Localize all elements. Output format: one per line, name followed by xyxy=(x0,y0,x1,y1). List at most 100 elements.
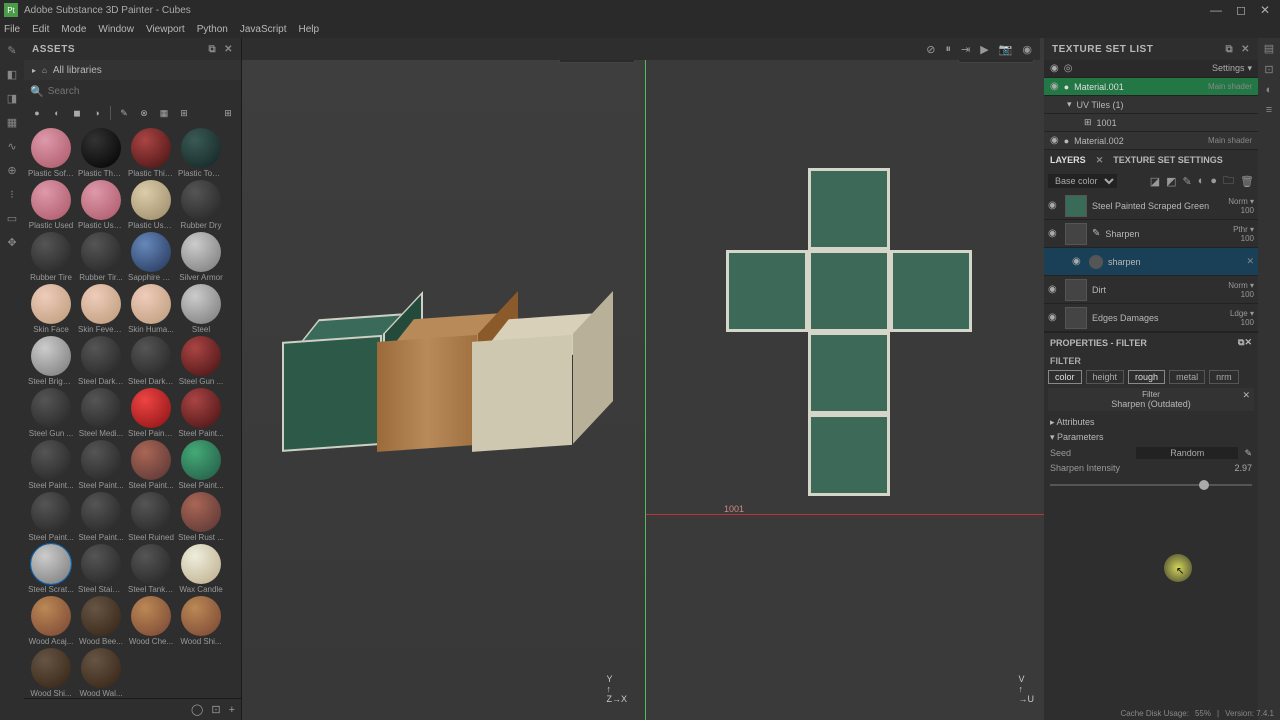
add-folder-icon[interactable]: 🗀 xyxy=(1223,172,1234,191)
iray-icon[interactable]: ▶ xyxy=(980,43,988,56)
fill-tool-icon[interactable]: ▦ xyxy=(4,114,20,130)
asset-item[interactable]: Steel Dark ... xyxy=(128,336,174,386)
channel-metal[interactable]: metal xyxy=(1169,370,1205,384)
refresh-icon[interactable]: ◯ xyxy=(191,703,203,716)
asset-item[interactable]: Rubber Tir... xyxy=(78,232,124,282)
asset-item[interactable]: Skin Feverish xyxy=(78,284,124,334)
asset-item[interactable]: Plastic Use... xyxy=(78,180,124,230)
menu-window[interactable]: Window xyxy=(98,24,134,35)
camera-icon[interactable]: 📷 xyxy=(999,43,1013,56)
close-icon[interactable]: ✕ xyxy=(1260,3,1270,17)
menu-edit[interactable]: Edit xyxy=(32,24,49,35)
clone-tool-icon[interactable]: ⊕ xyxy=(4,162,20,178)
intensity-slider[interactable] xyxy=(1050,479,1252,491)
attributes-toggle[interactable]: ▸ Attributes xyxy=(1044,415,1258,430)
select-tool-icon[interactable]: ▭ xyxy=(4,210,20,226)
asset-item[interactable]: Steel Rust ... xyxy=(178,492,224,542)
picker-tool-icon[interactable]: ⁝ xyxy=(4,186,20,202)
asset-item[interactable]: Wood Wal... xyxy=(78,648,124,698)
hide-ui-icon[interactable]: ⊘ xyxy=(926,43,935,56)
asset-item[interactable]: Steel Paint... xyxy=(178,388,224,438)
parameters-toggle[interactable]: ▾ Parameters xyxy=(1044,430,1258,445)
asset-item[interactable]: Steel Gun ... xyxy=(178,336,224,386)
asset-item[interactable]: Steel Stained xyxy=(78,544,124,594)
shader-icon[interactable]: ◐ xyxy=(1266,84,1273,96)
visibility-toggle-icon[interactable]: ◎ xyxy=(1064,63,1073,74)
display-icon[interactable]: ⊡ xyxy=(1264,63,1273,76)
layer-row[interactable]: ◉Steel Painted Scraped GreenNorm ▾100 xyxy=(1044,192,1258,220)
tab-layers[interactable]: LAYERS xyxy=(1050,155,1086,165)
asset-item[interactable]: Steel Paint... xyxy=(78,440,124,490)
asset-item[interactable]: Steel Gun ... xyxy=(28,388,74,438)
asset-item[interactable]: Wood Che... xyxy=(128,596,174,646)
menu-viewport[interactable]: Viewport xyxy=(146,24,185,35)
move-tool-icon[interactable]: ✥ xyxy=(4,234,20,250)
asset-item[interactable]: Wood Bee... xyxy=(78,596,124,646)
filter-filter-icon[interactable]: ◑ xyxy=(90,106,104,120)
add-fill-icon[interactable]: ✎ xyxy=(1183,175,1192,188)
close-panel-icon[interactable]: ✕ xyxy=(1241,44,1250,55)
asset-item[interactable]: Steel Dark ... xyxy=(78,336,124,386)
asset-item[interactable]: Rubber Tire xyxy=(28,232,74,282)
visibility-icon[interactable]: ◉ xyxy=(1048,228,1060,239)
tset-row[interactable]: ◉●Material.002Main shader xyxy=(1044,132,1258,150)
asset-item[interactable]: Steel Paint... xyxy=(78,492,124,542)
add-icon[interactable]: + xyxy=(229,704,235,716)
visibility-icon[interactable]: ◉ xyxy=(1048,284,1060,295)
asset-item[interactable]: Steel Scrat... xyxy=(28,544,74,594)
filter-smart-icon[interactable]: ◐ xyxy=(50,106,64,120)
channel-color[interactable]: color xyxy=(1048,370,1082,384)
add-effect-icon[interactable]: ◪ xyxy=(1150,175,1160,188)
viewport-3d[interactable]: Base color ▾ Y↑Z→X xyxy=(242,38,646,720)
grid-view-icon[interactable]: ⊞ xyxy=(221,106,235,120)
tset-row[interactable]: ⊞1001 xyxy=(1044,114,1258,132)
layer-row[interactable]: ◉✎SharpenPthr ▾100 xyxy=(1044,220,1258,248)
asset-item[interactable]: Steel Paint... xyxy=(28,492,74,542)
menu-file[interactable]: File xyxy=(4,24,20,35)
render-icon[interactable]: ⇥ xyxy=(961,43,970,56)
filter-brush-icon[interactable]: ✎ xyxy=(117,106,131,120)
filter-env-icon[interactable]: ⊞ xyxy=(177,106,191,120)
import-icon[interactable]: ⊡ xyxy=(211,703,220,716)
asset-item[interactable]: Wood Acaj... xyxy=(28,596,74,646)
asset-item[interactable]: Wood Shi... xyxy=(178,596,224,646)
menu-help[interactable]: Help xyxy=(299,24,320,35)
asset-item[interactable]: Steel Medi... xyxy=(78,388,124,438)
close-panel-icon[interactable]: ✕ xyxy=(1244,337,1252,348)
asset-item[interactable]: Steel Paint... xyxy=(178,440,224,490)
filter-mask-icon[interactable]: ◼ xyxy=(70,106,84,120)
asset-item[interactable]: Steel Ruined xyxy=(128,492,174,542)
asset-item[interactable]: Steel xyxy=(178,284,224,334)
pause-icon[interactable]: ⏸ xyxy=(946,43,952,56)
channel-rough[interactable]: rough xyxy=(1128,370,1165,384)
layer-channel-select[interactable]: Base color xyxy=(1048,174,1117,188)
log-icon[interactable]: ≡ xyxy=(1266,104,1272,116)
visibility-icon[interactable]: ◉ xyxy=(1050,81,1059,92)
histogram-icon[interactable]: ▤ xyxy=(1264,42,1274,55)
brush-tool-icon[interactable]: ✎ xyxy=(4,42,20,58)
eraser-tool-icon[interactable]: ◧ xyxy=(4,66,20,82)
filter-texture-icon[interactable]: ▦ xyxy=(157,106,171,120)
layer-row[interactable]: ◉sharpen✕ xyxy=(1044,248,1258,276)
clear-filter-icon[interactable]: ✕ xyxy=(1242,390,1250,401)
close-tab-icon[interactable]: ✕ xyxy=(1096,155,1104,166)
add-group-icon[interactable]: ● xyxy=(1210,175,1217,187)
menu-mode[interactable]: Mode xyxy=(61,24,86,35)
add-mask-icon[interactable]: ◩ xyxy=(1166,175,1176,188)
asset-item[interactable]: Steel Tank ... xyxy=(128,544,174,594)
asset-item[interactable]: Steel Paint... xyxy=(128,440,174,490)
asset-item[interactable]: Plastic Tool... xyxy=(178,128,224,178)
viewport-2d[interactable]: ⊞ Base color ▾ 1001 V↑→U xyxy=(646,38,1044,720)
projection-tool-icon[interactable]: ◨ xyxy=(4,90,20,106)
asset-item[interactable]: Plastic Used xyxy=(28,180,74,230)
capture-icon[interactable]: ◉ xyxy=(1022,43,1032,56)
maximize-icon[interactable]: ◻ xyxy=(1236,3,1246,17)
remove-icon[interactable]: ✕ xyxy=(1246,256,1254,267)
asset-item[interactable]: Silver Armor xyxy=(178,232,224,282)
asset-item[interactable]: Steel Painted xyxy=(128,388,174,438)
asset-item[interactable]: Plastic Usa... xyxy=(128,180,174,230)
library-selector[interactable]: ▸ ⌂ All libraries xyxy=(24,60,241,80)
seed-button[interactable]: Random xyxy=(1136,447,1238,459)
asset-item[interactable]: Wax Candle xyxy=(178,544,224,594)
asset-item[interactable]: Wood Shi... xyxy=(28,648,74,698)
